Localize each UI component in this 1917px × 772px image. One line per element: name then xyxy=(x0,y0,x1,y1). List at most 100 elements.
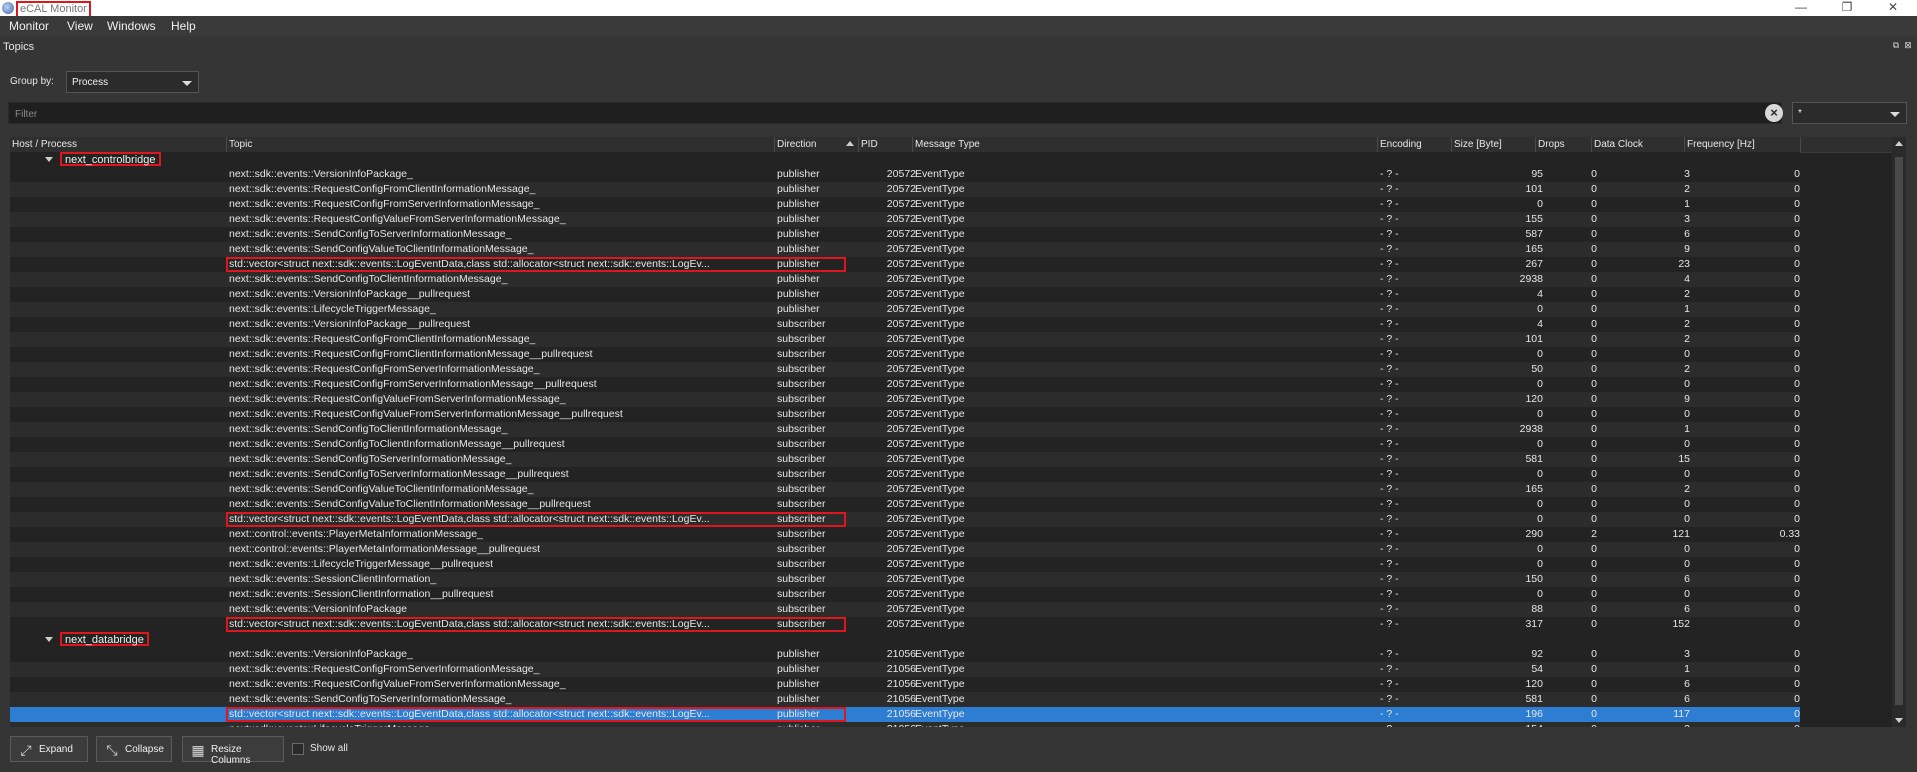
message-type-cell: EventType xyxy=(915,273,965,285)
message-type-cell: EventType xyxy=(915,243,965,255)
minimize-button[interactable]: — xyxy=(1786,0,1816,16)
col-data-clock[interactable]: Data Clock xyxy=(1594,139,1643,150)
topics-dock-header: Topics xyxy=(0,38,1917,54)
menu-windows[interactable]: Windows xyxy=(107,19,156,33)
frequency-cell: 0 xyxy=(1794,693,1800,705)
frequency-cell: 0 xyxy=(1794,333,1800,345)
table-row[interactable]: std::vector<struct next::sdk::events::Lo… xyxy=(10,617,1800,632)
col-topic[interactable]: Topic xyxy=(229,139,252,150)
process-group-row[interactable]: next_databridge xyxy=(10,632,1800,647)
resize-columns-button[interactable]: ▦ Resize Columns xyxy=(182,736,284,766)
col-drops[interactable]: Drops xyxy=(1538,139,1565,150)
table-row[interactable]: next::sdk::events::RequestConfigValueFro… xyxy=(10,677,1800,692)
table-row[interactable]: next::sdk::events::RequestConfigFromServ… xyxy=(10,197,1800,212)
table-row[interactable]: next::sdk::events::VersionInfoPackage_ pu… xyxy=(10,647,1800,662)
col-size[interactable]: Size [Byte] xyxy=(1454,139,1502,150)
dock-close-icon[interactable]: ⊠ xyxy=(1903,41,1913,51)
process-name: next_databridge xyxy=(60,632,149,646)
menu-monitor[interactable]: Monitor xyxy=(9,19,49,33)
frequency-cell: 0 xyxy=(1794,453,1800,465)
encoding-cell: - ? - xyxy=(1380,198,1399,210)
clear-filter-icon[interactable]: × xyxy=(1765,104,1783,122)
table-row[interactable]: next::sdk::events::VersionInfoPackage__p… xyxy=(10,287,1800,302)
message-type-cell: EventType xyxy=(915,573,965,585)
table-row[interactable]: next::sdk::events::RequestConfigValueFro… xyxy=(10,212,1800,227)
data-clock-cell: 3 xyxy=(1684,213,1690,225)
table-row[interactable]: next::sdk::events::SendConfigToClientInf… xyxy=(10,272,1800,287)
pid-cell: 20572 xyxy=(886,198,916,210)
table-row[interactable]: next::sdk::events::SessionClientInformat… xyxy=(10,587,1800,602)
table-row[interactable]: next::sdk::events::SendConfigValueToClie… xyxy=(10,242,1800,257)
menu-view[interactable]: View xyxy=(67,19,93,33)
menu-help[interactable]: Help xyxy=(171,19,196,33)
size-cell: 165 xyxy=(1525,243,1543,255)
scrollbar-thumb[interactable] xyxy=(1895,157,1903,705)
data-clock-cell: 0 xyxy=(1684,408,1690,420)
col-frequency[interactable]: Frequency [Hz] xyxy=(1687,139,1755,150)
pid-cell: 20572 xyxy=(886,303,916,315)
group-by-select[interactable]: Process xyxy=(66,71,199,93)
message-type-cell: EventType xyxy=(915,213,965,225)
scroll-down-icon[interactable] xyxy=(1895,718,1903,723)
table-row[interactable]: std::vector<struct next::sdk::events::Lo… xyxy=(10,512,1800,527)
scroll-up-icon[interactable] xyxy=(1895,141,1903,146)
table-row[interactable]: next::sdk::events::RequestConfigFromClie… xyxy=(10,347,1800,362)
filter-type-select[interactable]: * xyxy=(1792,102,1907,124)
pid-cell: 20572 xyxy=(886,528,916,540)
table-row[interactable]: next::sdk::events::SessionClientInformat… xyxy=(10,572,1800,587)
expand-arrow-icon[interactable] xyxy=(45,157,53,162)
data-clock-cell: 6 xyxy=(1684,678,1690,690)
table-row[interactable]: next::sdk::events::LifecycleTriggerMessa… xyxy=(10,557,1800,572)
table-row[interactable]: next::sdk::events::SendConfigToServerInf… xyxy=(10,692,1800,707)
table-row[interactable]: next::control::events::PlayerMetaInforma… xyxy=(10,527,1800,542)
table-row[interactable]: next::sdk::events::SendConfigToClientInf… xyxy=(10,422,1800,437)
maximize-button[interactable]: ❐ xyxy=(1832,0,1862,16)
table-row[interactable]: next::sdk::events::RequestConfigFromClie… xyxy=(10,332,1800,347)
process-group-row[interactable]: next_controlbridge xyxy=(10,152,1800,167)
col-direction[interactable]: Direction xyxy=(777,139,816,150)
table-row[interactable]: next::sdk::events::SendConfigToClientInf… xyxy=(10,437,1800,452)
table-row[interactable]: next::sdk::events::SendConfigToServerInf… xyxy=(10,452,1800,467)
table-row[interactable]: next::sdk::events::RequestConfigFromClie… xyxy=(10,182,1800,197)
table-row[interactable]: next::sdk::events::SendConfigValueToClie… xyxy=(10,482,1800,497)
table-row[interactable]: next::sdk::events::SendConfigToServerInf… xyxy=(10,467,1800,482)
table-row[interactable]: next::sdk::events::RequestConfigValueFro… xyxy=(10,392,1800,407)
table-row[interactable]: next::sdk::events::VersionInfoPackage_ pu… xyxy=(10,167,1800,182)
size-cell: 165 xyxy=(1525,483,1543,495)
table-row[interactable]: next::sdk::events::LifecycleTriggerMessa… xyxy=(10,302,1800,317)
dock-float-icon[interactable]: ⧉ xyxy=(1891,41,1901,51)
table-row[interactable]: next::sdk::events::VersionInfoPackage sub… xyxy=(10,602,1800,617)
data-clock-cell: 15 xyxy=(1678,453,1690,465)
table-row[interactable]: next::sdk::events::RequestConfigFromServ… xyxy=(10,377,1800,392)
table-row[interactable]: next::sdk::events::VersionInfoPackage__p… xyxy=(10,317,1800,332)
col-encoding[interactable]: Encoding xyxy=(1380,139,1422,150)
size-cell: 0 xyxy=(1537,408,1543,420)
vertical-scrollbar[interactable] xyxy=(1892,137,1906,727)
column-divider xyxy=(1377,137,1378,152)
message-type-cell: EventType xyxy=(915,588,965,600)
expand-arrow-icon[interactable] xyxy=(45,637,53,642)
table-row[interactable]: next::sdk::events::LifecycleTriggerMessa… xyxy=(10,722,1800,727)
topic-cell: next::sdk::events::SendConfigToServerInf… xyxy=(229,453,512,465)
col-host-process[interactable]: Host / Process xyxy=(12,139,77,150)
message-type-cell: EventType xyxy=(915,663,965,675)
col-pid[interactable]: PID xyxy=(861,139,878,150)
frequency-cell: 0 xyxy=(1794,603,1800,615)
table-row[interactable]: next::sdk::events::SendConfigValueToClie… xyxy=(10,497,1800,512)
close-button[interactable]: ✕ xyxy=(1878,0,1908,16)
table-row[interactable]: next::control::events::PlayerMetaInforma… xyxy=(10,542,1800,557)
message-type-cell: EventType xyxy=(915,468,965,480)
show-all-checkbox[interactable] xyxy=(292,743,304,755)
expand-button[interactable]: ⤢ Expand xyxy=(10,736,88,762)
filter-input[interactable] xyxy=(13,106,1747,122)
message-type-cell: EventType xyxy=(915,678,965,690)
size-cell: 92 xyxy=(1531,648,1543,660)
table-row[interactable]: next::sdk::events::RequestConfigValueFro… xyxy=(10,407,1800,422)
table-row[interactable]: std::vector<struct next::sdk::events::Lo… xyxy=(10,257,1800,272)
table-row[interactable]: next::sdk::events::RequestConfigFromServ… xyxy=(10,662,1800,677)
collapse-button[interactable]: ⤡ Collapse xyxy=(96,736,172,762)
table-row[interactable]: next::sdk::events::SendConfigToServerInf… xyxy=(10,227,1800,242)
table-row[interactable]: std::vector<struct next::sdk::events::Lo… xyxy=(10,707,1800,722)
table-row[interactable]: next::sdk::events::RequestConfigFromServ… xyxy=(10,362,1800,377)
col-message-type[interactable]: Message Type xyxy=(915,139,980,150)
